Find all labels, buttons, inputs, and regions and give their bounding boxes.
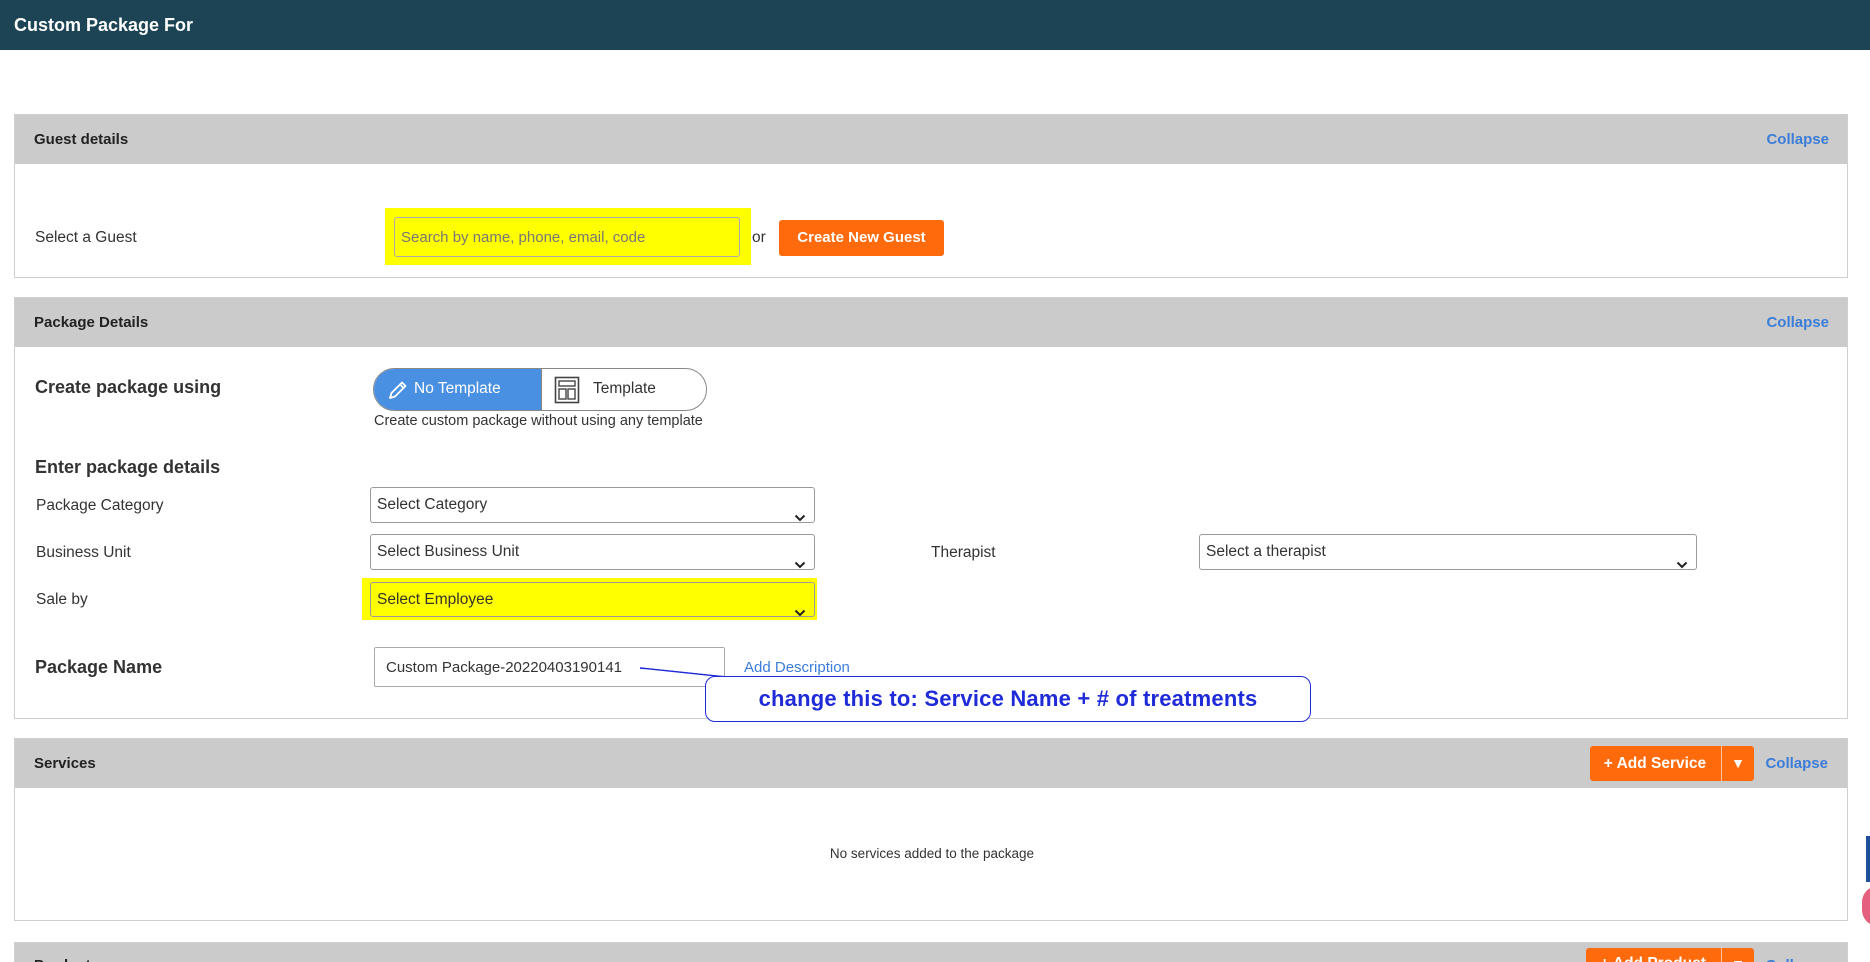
chevron-down-icon — [794, 501, 806, 522]
package-name-input[interactable]: Custom Package-20220403190141 — [374, 647, 725, 687]
services-collapse-link[interactable]: Collapse — [1765, 739, 1828, 788]
services-empty-text: No services added to the package — [829, 846, 1035, 861]
create-new-guest-button[interactable]: Create New Guest — [779, 220, 944, 256]
products-title: Products — [34, 941, 99, 962]
business-unit-select[interactable]: Select Business Unit — [370, 534, 815, 570]
guest-details-header: Guest details Collapse — [15, 115, 1847, 164]
products-collapse-link[interactable]: Collapse — [1765, 941, 1828, 962]
add-service-button[interactable]: + Add Service — [1590, 746, 1720, 781]
package-category-label: Package Category — [36, 497, 164, 514]
caret-down-icon[interactable]: ▼ — [1722, 746, 1754, 781]
business-unit-label: Business Unit — [36, 544, 131, 561]
therapist-label: Therapist — [931, 544, 996, 561]
sale-by-value: Select Employee — [377, 591, 494, 608]
package-details-collapse-link[interactable]: Collapse — [1766, 298, 1829, 347]
package-category-select[interactable]: Select Category — [370, 487, 815, 523]
sale-by-label: Sale by — [36, 591, 88, 608]
add-service-split-button: + Add Service ▼ — [1590, 746, 1754, 781]
business-unit-value: Select Business Unit — [377, 543, 520, 560]
toggle-template[interactable]: Template — [541, 369, 706, 410]
guest-details-collapse-link[interactable]: Collapse — [1766, 115, 1829, 164]
add-product-split-button: + Add Product ▼ — [1586, 948, 1754, 962]
template-toggle: No Template Template — [373, 368, 707, 411]
therapist-select[interactable]: Select a therapist — [1199, 534, 1697, 570]
package-details-header: Package Details Collapse — [15, 298, 1847, 347]
select-guest-label: Select a Guest — [35, 229, 137, 246]
feedback-side-tab[interactable] — [1866, 836, 1870, 882]
package-category-value: Select Category — [377, 496, 488, 513]
create-package-using-label: Create package using — [35, 377, 222, 397]
toggle-no-template-label: No Template — [414, 380, 501, 397]
chevron-down-icon — [1676, 548, 1688, 569]
package-details-panel: Package Details Collapse — [14, 297, 1848, 719]
products-header: Products Collapse — [15, 943, 1847, 962]
chevron-down-icon — [794, 548, 806, 569]
chat-launcher[interactable] — [1862, 886, 1870, 926]
annotation-callout: change this to: Service Name + # of trea… — [705, 676, 1311, 722]
toggle-hint-text: Create custom package without using any … — [374, 413, 703, 429]
caret-down-icon[interactable]: ▼ — [1722, 948, 1754, 962]
template-icon — [554, 376, 580, 404]
toggle-no-template[interactable]: No Template — [374, 369, 541, 410]
add-product-button[interactable]: + Add Product — [1586, 948, 1720, 962]
guest-details-title: Guest details — [34, 131, 129, 148]
pencil-icon — [387, 379, 409, 401]
chevron-down-icon — [794, 596, 806, 616]
services-header: Services Collapse — [15, 739, 1847, 788]
services-title: Services — [34, 755, 96, 772]
or-label: or — [752, 229, 766, 246]
package-details-title: Package Details — [34, 314, 149, 331]
package-name-label: Package Name — [35, 657, 163, 677]
products-panel: Products Collapse — [14, 942, 1848, 962]
page-header: Custom Package For — [0, 0, 1870, 50]
package-name-value: Custom Package-20220403190141 — [386, 659, 623, 676]
sale-by-select[interactable]: Select Employee — [370, 582, 815, 617]
page-title: Custom Package For — [14, 15, 194, 35]
enter-package-details-label: Enter package details — [35, 457, 221, 477]
therapist-value: Select a therapist — [1206, 543, 1326, 560]
add-description-link[interactable]: Add Description — [744, 659, 850, 676]
services-panel: Services Collapse No services added to t… — [14, 738, 1848, 921]
toggle-template-label: Template — [593, 380, 656, 397]
guest-search-input[interactable] — [394, 217, 740, 257]
